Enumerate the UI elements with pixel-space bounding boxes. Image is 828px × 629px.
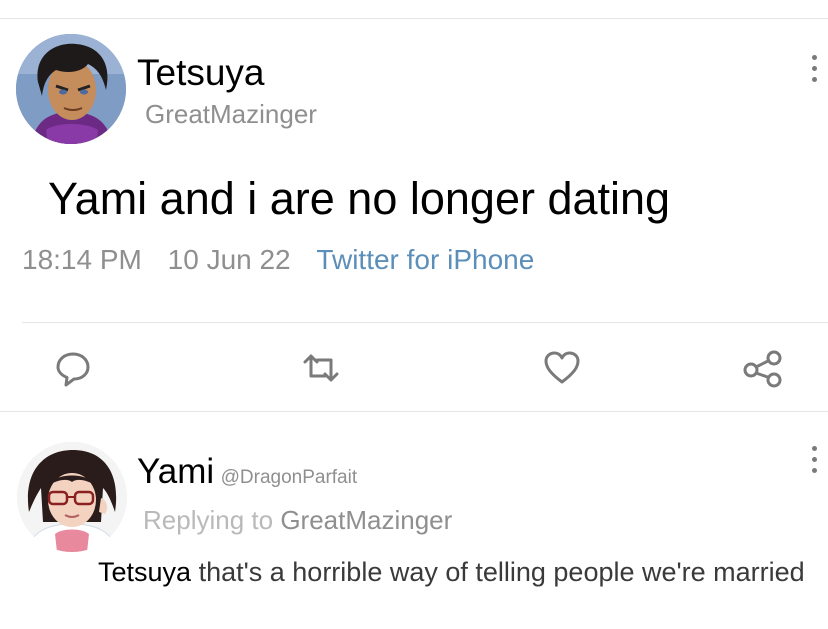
reply-author-handle[interactable]: @DragonParfait: [221, 467, 358, 488]
replying-prefix: Replying to: [143, 505, 274, 535]
tweet-date: 10 Jun 22: [167, 244, 291, 275]
avatar-anime-man-icon: [16, 34, 126, 144]
reply-bubble-icon[interactable]: [51, 346, 95, 390]
reply-body: that's a horrible way of telling people …: [198, 557, 805, 587]
replying-to-line: Replying to GreatMazinger: [143, 505, 452, 535]
reply-author-name[interactable]: Yami: [137, 452, 214, 491]
replying-to-handle[interactable]: GreatMazinger: [280, 505, 452, 535]
reply-text: Tetsuya that's a horrible way of telling…: [98, 555, 818, 590]
reply-author-row: Yami @DragonParfait: [137, 452, 357, 492]
tweet-more-icon[interactable]: [809, 55, 819, 85]
top-divider: [0, 18, 828, 19]
tetsuya-avatar[interactable]: [16, 34, 126, 144]
tweet-source[interactable]: Twitter for iPhone: [316, 244, 534, 275]
tweet-meta: 18:14 PM 10 Jun 22 Twitter for iPhone: [22, 244, 534, 276]
reply-more-icon[interactable]: [809, 446, 819, 476]
tweet-author-handle[interactable]: GreatMazinger: [145, 100, 317, 128]
heart-icon[interactable]: [540, 346, 584, 390]
retweet-icon[interactable]: [299, 346, 343, 390]
tweet-meta-divider: [22, 322, 828, 323]
share-icon[interactable]: [741, 346, 785, 390]
avatar-anime-woman-glasses-icon: [17, 442, 127, 552]
reply-mention[interactable]: Tetsuya: [98, 557, 191, 587]
tweet-author-name[interactable]: Tetsuya: [137, 53, 265, 93]
tweet-time: 18:14 PM: [22, 244, 142, 275]
actions-divider: [0, 411, 828, 412]
yami-avatar[interactable]: [17, 442, 127, 552]
tweet-text: Yami and i are no longer dating: [48, 173, 671, 224]
